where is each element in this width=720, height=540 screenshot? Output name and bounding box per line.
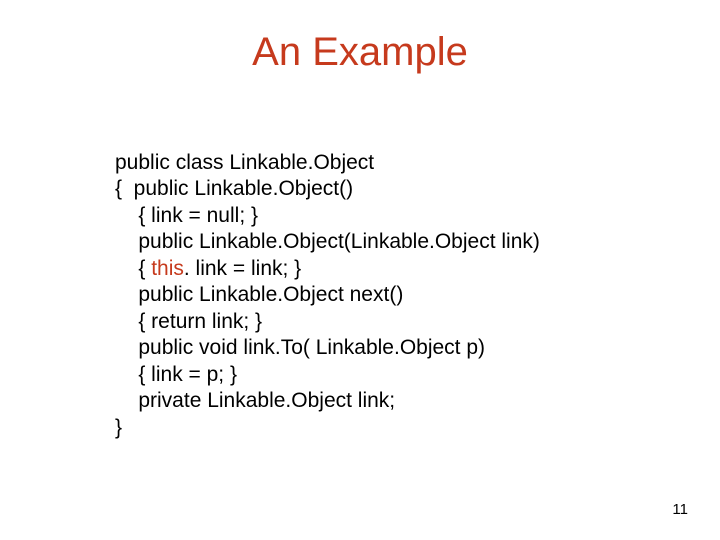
code-line-3: { link = null; } [115, 204, 258, 227]
code-line-1: public class Linkable.Object [115, 151, 374, 174]
slide: An Example public class Linkable.Object … [0, 0, 720, 540]
code-block: public class Linkable.Object { public Li… [115, 150, 540, 441]
code-line-11: } [115, 416, 122, 439]
code-line-4: public Linkable.Object(Linkable.Object l… [115, 230, 540, 253]
code-line-10: private Linkable.Object link; [115, 389, 395, 412]
code-line-8: public void link.To( Linkable.Object p) [115, 336, 485, 359]
keyword-this: this [151, 257, 184, 280]
code-line-7: { return link; } [115, 310, 262, 333]
slide-title: An Example [0, 30, 720, 75]
code-line-6: public Linkable.Object next() [115, 283, 403, 306]
code-line-9: { link = p; } [115, 363, 237, 386]
code-line-5a: { [115, 257, 151, 280]
code-line-2: { public Linkable.Object() [115, 177, 353, 200]
page-number: 11 [672, 501, 688, 518]
code-line-5b: . link = link; } [184, 257, 301, 280]
